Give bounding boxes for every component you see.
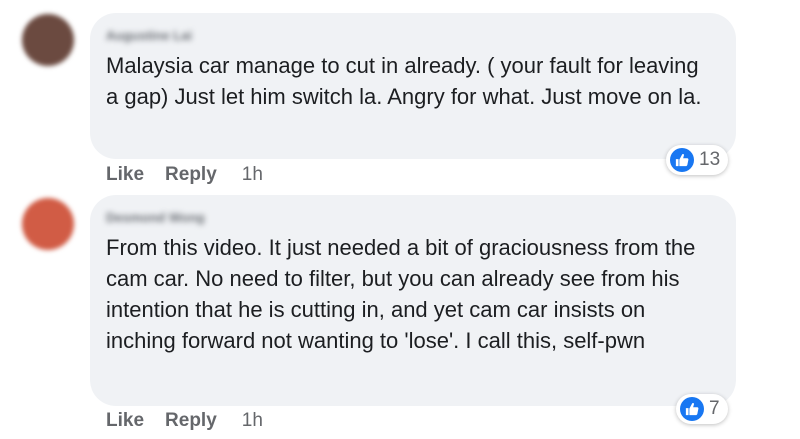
comment-author[interactable]: Augustine Lai	[106, 28, 192, 44]
reaction-badge[interactable]: 13	[666, 145, 729, 175]
like-button[interactable]: Like	[106, 164, 144, 186]
thumbs-up-icon	[670, 148, 694, 172]
comment-2: Desmond Wong From this video. It just ne…	[0, 195, 800, 439]
comment-text: Malaysia car manage to cut in already. (…	[106, 53, 702, 109]
comment-bubble: Desmond Wong From this video. It just ne…	[90, 195, 736, 406]
comment-author[interactable]: Desmond Wong	[106, 210, 205, 226]
avatar[interactable]	[22, 198, 74, 250]
comment-1: Augustine Lai Malaysia car manage to cut…	[0, 0, 800, 195]
comment-bubble: Augustine Lai Malaysia car manage to cut…	[90, 13, 736, 159]
comment-actions: Like Reply 1h	[106, 164, 263, 186]
thumbs-up-icon	[680, 397, 704, 421]
reaction-badge[interactable]: 7	[676, 394, 728, 424]
comment-timestamp[interactable]: 1h	[242, 164, 263, 186]
comment-actions: Like Reply 1h	[106, 410, 263, 432]
reaction-count: 7	[709, 398, 720, 419]
comment-timestamp[interactable]: 1h	[242, 410, 263, 432]
reply-button[interactable]: Reply	[165, 164, 217, 186]
avatar[interactable]	[22, 14, 74, 66]
reaction-count: 13	[699, 149, 721, 170]
like-button[interactable]: Like	[106, 410, 144, 432]
comment-text: From this video. It just needed a bit of…	[106, 235, 696, 353]
reply-button[interactable]: Reply	[165, 410, 217, 432]
